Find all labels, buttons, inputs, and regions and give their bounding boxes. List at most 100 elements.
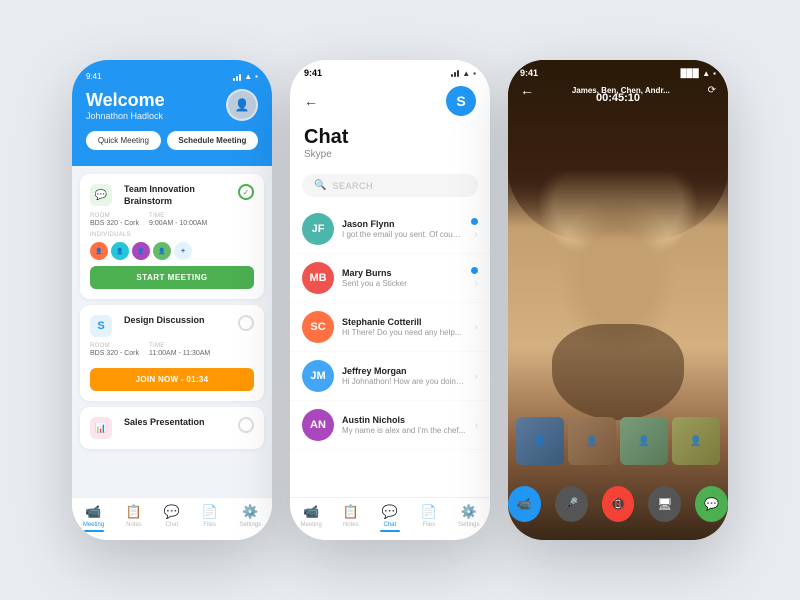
schedule-meeting-button[interactable]: Schedule Meeting bbox=[167, 131, 258, 150]
settings-nav-icon: ⚙️ bbox=[242, 504, 258, 520]
avatar-3: 👤 bbox=[132, 242, 150, 260]
nav-chat-2[interactable]: 💬 Chat bbox=[380, 504, 400, 532]
chat-preview-4: Hi Johnathon! How are you doing?... bbox=[342, 377, 467, 386]
phone1-welcome-text: Welcome Johnathon Hadlock bbox=[86, 90, 165, 121]
mini-video-1[interactable]: 👤 bbox=[516, 417, 564, 465]
avatar-2: 👤 bbox=[111, 242, 129, 260]
meeting-title-2-block: Design Discussion bbox=[124, 315, 205, 327]
search-icon: 🔍 bbox=[314, 180, 326, 191]
meeting-meta-2: ROOM BDS 320 - Cork TIME 11:00AM - 11:30… bbox=[90, 343, 254, 357]
unread-indicator-2 bbox=[471, 267, 478, 274]
meeting-check-2 bbox=[238, 315, 254, 331]
meeting-card-2[interactable]: S Design Discussion ROOM BDS 320 - Cork bbox=[80, 305, 264, 401]
nav-notes-1[interactable]: 📋 Notes bbox=[126, 504, 142, 532]
meeting-nav-icon-2: 📹 bbox=[303, 504, 319, 520]
phone1-status-bar: 9:41 ▲ ▪ bbox=[86, 72, 258, 81]
nav-meeting-1[interactable]: 📹 Meeting bbox=[83, 504, 104, 532]
chat-right-3: › bbox=[475, 322, 478, 333]
screen-share-button[interactable]: 🖥 bbox=[648, 486, 681, 522]
back-arrow-button[interactable]: ← bbox=[304, 93, 318, 109]
welcome-heading: Welcome bbox=[86, 90, 165, 111]
meeting-card-1-info: 💬 Team Innovation Brainstorm bbox=[90, 184, 238, 207]
chat-name-3: Stephanie Cotterill bbox=[342, 317, 467, 327]
quick-meeting-button[interactable]: Quick Meeting bbox=[86, 131, 161, 150]
nav-settings-2[interactable]: ⚙️ Settings bbox=[458, 504, 480, 532]
mini-video-4[interactable]: 👤 bbox=[672, 417, 720, 465]
files-nav-icon: 📄 bbox=[202, 504, 218, 520]
notes-nav-icon: 📋 bbox=[126, 504, 142, 520]
meeting-check-3 bbox=[238, 417, 254, 433]
meeting-nav-label-2: Meeting bbox=[300, 522, 321, 528]
chat-nav-icon-2: 💬 bbox=[382, 504, 398, 520]
end-call-button[interactable]: 📵 bbox=[602, 486, 635, 522]
start-meeting-button[interactable]: START MEETING bbox=[90, 266, 254, 289]
user-avatar: 👤 bbox=[226, 89, 258, 121]
chat-item-2[interactable]: MB Mary Burns Sent you a Sticker › bbox=[290, 254, 490, 303]
mini-video-2[interactable]: 👤 bbox=[568, 417, 616, 465]
phone3-video-call: 9:41 ▉▉▉ ▲ ▪ ← James, Ben, Chen, Andr...… bbox=[508, 60, 728, 540]
chat-avatar-3: SC bbox=[302, 311, 334, 343]
nav-files-2[interactable]: 📄 Files bbox=[421, 504, 437, 532]
nav-notes-2[interactable]: 📋 Notes bbox=[343, 504, 359, 532]
avatar-4: 👤 bbox=[153, 242, 171, 260]
phone2-wifi-icon: ▲ bbox=[462, 69, 470, 78]
nav-chat-1[interactable]: 💬 Chat bbox=[164, 504, 180, 532]
nav-meeting-2[interactable]: 📹 Meeting bbox=[300, 504, 321, 532]
chevron-icon-1: › bbox=[475, 229, 478, 240]
chat-item-3[interactable]: SC Stephanie Cotterill Hi There! Do you … bbox=[290, 303, 490, 352]
phone1-status-icons: ▲ ▪ bbox=[233, 72, 258, 81]
call-timer: 00:45:10 bbox=[508, 92, 728, 104]
meeting-card-2-info: S Design Discussion bbox=[90, 315, 238, 337]
mini-video-3[interactable]: 👤 bbox=[620, 417, 668, 465]
mini-video-strip: 👤 👤 👤 👤 bbox=[516, 417, 720, 465]
video-toggle-button[interactable]: 📹 bbox=[508, 486, 541, 522]
chevron-icon-3: › bbox=[475, 322, 478, 333]
avatars-row-1: 👤 👤 👤 👤 + bbox=[90, 242, 254, 260]
nav-active-indicator bbox=[84, 530, 104, 532]
chat-info-1: Jason Flynn I got the email you sent. Of… bbox=[342, 219, 463, 239]
chat-nav-icon: 💬 bbox=[164, 504, 180, 520]
meeting-nav-label: Meeting bbox=[83, 522, 104, 528]
unread-indicator-1 bbox=[471, 218, 478, 225]
nav-settings-1[interactable]: ⚙️ Settings bbox=[239, 504, 261, 532]
chat-item-1[interactable]: JF Jason Flynn I got the email you sent.… bbox=[290, 205, 490, 254]
chat-ctrl-icon: 💬 bbox=[704, 497, 719, 511]
chat-right-1: › bbox=[471, 218, 478, 240]
meeting-title-1: Team Innovation Brainstorm bbox=[124, 184, 238, 207]
meeting-nav-icon: 📹 bbox=[85, 504, 101, 520]
end-call-icon: 📵 bbox=[611, 497, 626, 511]
mini-video-inner-1: 👤 bbox=[516, 417, 564, 465]
schedule-main: Meeting bbox=[216, 136, 246, 145]
schedule-prefix: Schedule bbox=[178, 136, 216, 145]
face-beard bbox=[552, 324, 684, 420]
notes-nav-label-2: Notes bbox=[343, 522, 359, 528]
meeting-card-1[interactable]: 💬 Team Innovation Brainstorm ✓ ROOM BDS … bbox=[80, 174, 264, 299]
video-ctrl-icon: 📹 bbox=[517, 497, 532, 511]
screen-share-icon: 🖥 bbox=[657, 497, 672, 511]
meeting-card-1-top: 💬 Team Innovation Brainstorm ✓ bbox=[90, 184, 254, 207]
mute-icon: 🎤 bbox=[564, 497, 579, 511]
username-label: Johnathon Hadlock bbox=[86, 111, 165, 121]
mute-button[interactable]: 🎤 bbox=[555, 486, 588, 522]
chat-item-4[interactable]: JM Jeffrey Morgan Hi Johnathon! How are … bbox=[290, 352, 490, 401]
phone2-header: ← S bbox=[290, 82, 490, 126]
main-video-view bbox=[508, 60, 728, 540]
chat-title-block: Chat Skype bbox=[290, 126, 490, 168]
search-bar[interactable]: 🔍 SEARCH bbox=[302, 174, 478, 197]
phone2-time: 9:41 bbox=[304, 68, 322, 78]
nav-files-1[interactable]: 📄 Files bbox=[202, 504, 218, 532]
meeting-card-3-top: 📊 Sales Presentation bbox=[90, 417, 254, 439]
chat-right-2: › bbox=[471, 267, 478, 289]
phone1-wrapper: 9:41 ▲ ▪ Welcome Johnathon Had bbox=[72, 60, 272, 540]
meeting-card-3[interactable]: 📊 Sales Presentation bbox=[80, 407, 264, 449]
join-meeting-button[interactable]: JOIN NOW - 01:34 bbox=[90, 368, 254, 391]
meeting-icon-3: 📊 bbox=[90, 417, 112, 439]
chevron-icon-4: › bbox=[475, 371, 478, 382]
room-meta-2: ROOM BDS 320 - Cork bbox=[90, 343, 139, 357]
chevron-icon-5: › bbox=[475, 420, 478, 431]
chat-item-5[interactable]: AN Austin Nichols My name is alex and I'… bbox=[290, 401, 490, 450]
time-meta-1: TIME 9:00AM - 10:00AM bbox=[149, 213, 207, 227]
meeting-meta-1: ROOM BDS 320 - Cork TIME 9:00AM - 10:00A… bbox=[90, 213, 254, 227]
call-controls-bar: 📹 🎤 📵 🖥 💬 bbox=[508, 486, 728, 522]
chat-button[interactable]: 💬 bbox=[695, 486, 728, 522]
